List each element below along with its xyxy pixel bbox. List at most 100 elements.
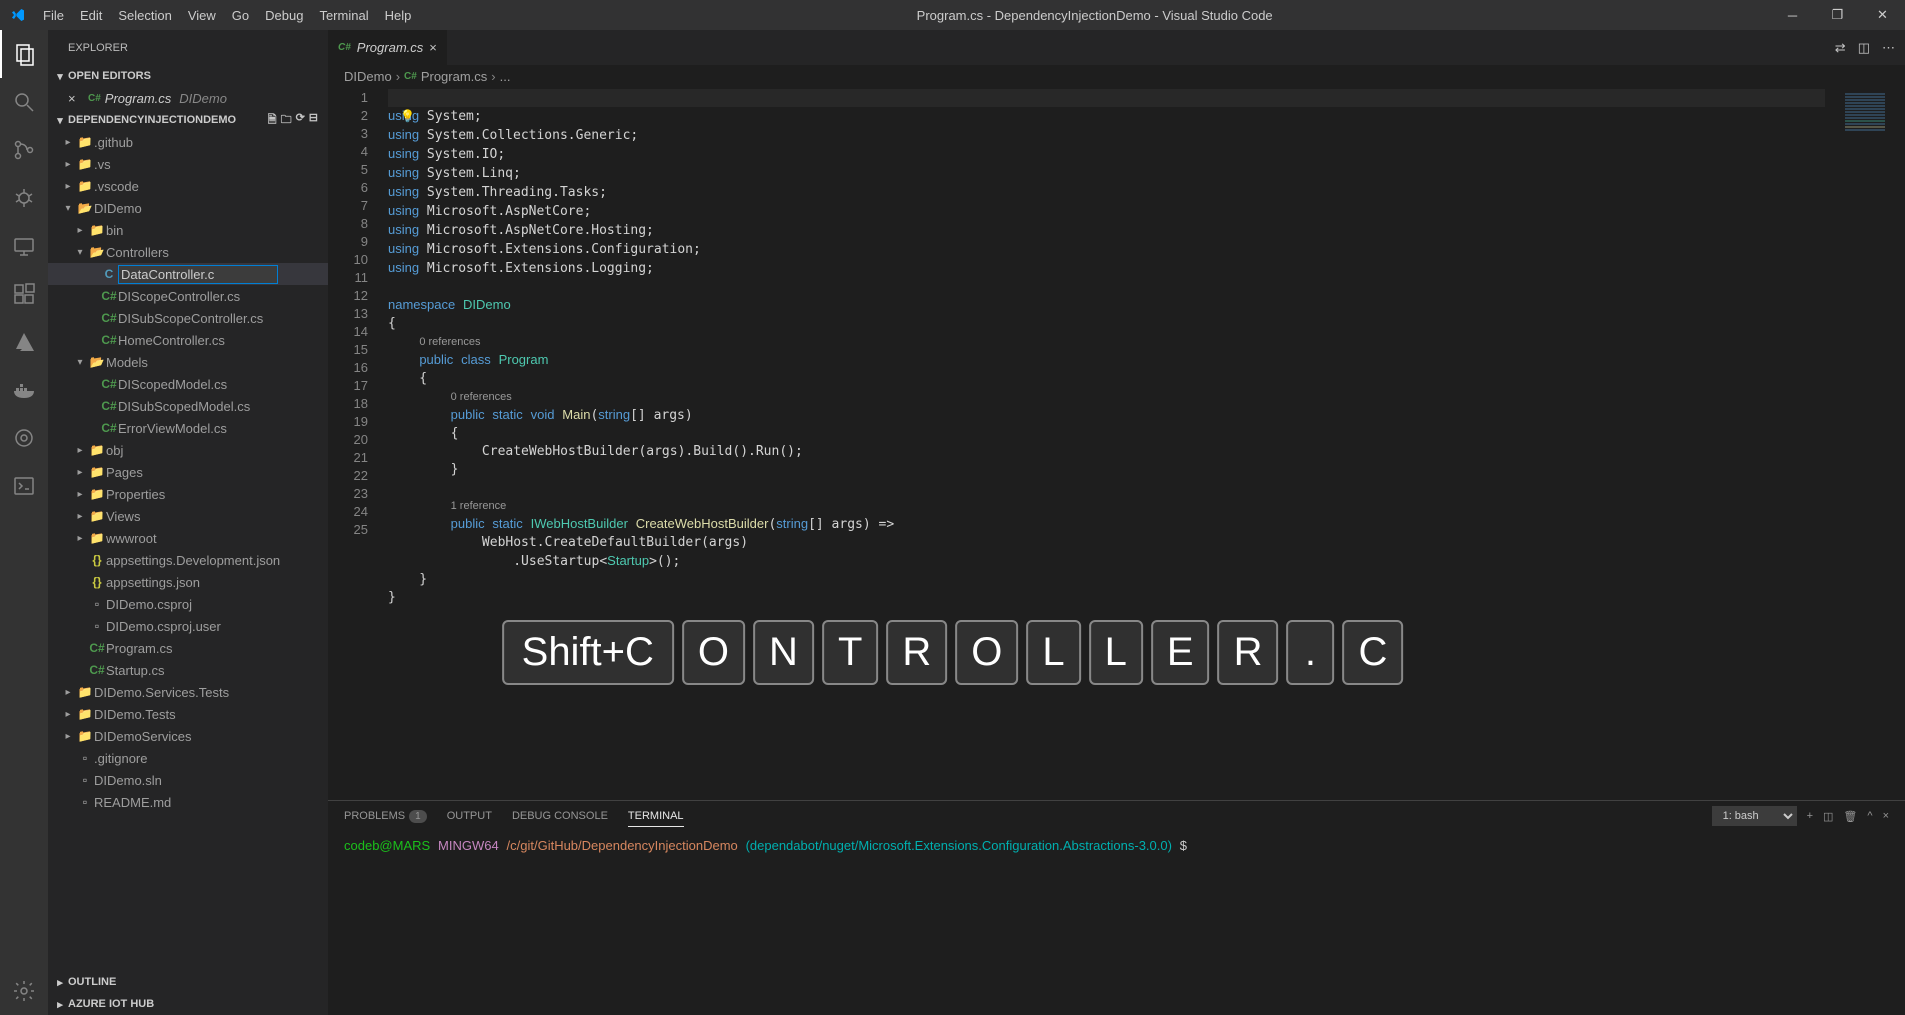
breadcrumb[interactable]: DIDemo › C# Program.cs › ...	[328, 65, 1905, 87]
close-button[interactable]: ✕	[1860, 0, 1905, 30]
menu-file[interactable]: File	[35, 0, 72, 30]
search-icon[interactable]	[0, 78, 48, 126]
tree-item[interactable]: {}appsettings.json	[48, 571, 328, 593]
tree-item[interactable]: ▫DIDemo.csproj	[48, 593, 328, 615]
tree-item[interactable]: ▸📁.vscode	[48, 175, 328, 197]
keystroke-key: L	[1026, 620, 1080, 685]
minimap[interactable]	[1825, 87, 1905, 800]
source-control-icon[interactable]	[0, 126, 48, 174]
debug-icon[interactable]	[0, 174, 48, 222]
tab-debug-console[interactable]: DEBUG CONSOLE	[512, 806, 608, 826]
tree-item[interactable]: C#DIScopeController.cs	[48, 285, 328, 307]
tree-item[interactable]: ▸📁DIDemo.Services.Tests	[48, 681, 328, 703]
tab-terminal[interactable]: TERMINAL	[628, 806, 684, 827]
split-terminal-icon[interactable]: ◫	[1823, 810, 1833, 823]
tree-item[interactable]: ▫DIDemo.sln	[48, 769, 328, 791]
terminal-shell-select[interactable]: 1: bash	[1712, 806, 1797, 826]
maximize-button[interactable]: ❐	[1815, 0, 1860, 30]
code-editor[interactable]: 1234567891011121314151617181920212223242…	[328, 87, 1905, 800]
tree-item[interactable]: ▸📁wwwroot	[48, 527, 328, 549]
tab-output[interactable]: OUTPUT	[447, 806, 492, 826]
maximize-panel-icon[interactable]: ^	[1867, 810, 1872, 822]
tree-item[interactable]: ▸📁Views	[48, 505, 328, 527]
code-content[interactable]: 💡using System; using System.Collections.…	[388, 87, 1825, 800]
tree-item[interactable]: ▫.gitignore	[48, 747, 328, 769]
refresh-icon[interactable]: ⟳	[296, 111, 305, 130]
folder-icon: 📁	[76, 179, 94, 193]
tree-item[interactable]: ▾📂Models	[48, 351, 328, 373]
tree-item[interactable]: ▸📁DIDemoServices	[48, 725, 328, 747]
menu-view[interactable]: View	[180, 0, 224, 30]
compare-icon[interactable]: ⇄	[1835, 40, 1846, 56]
tree-item[interactable]: ▸📁Properties	[48, 483, 328, 505]
folder-icon: 📁	[88, 531, 106, 545]
menu-go[interactable]: Go	[224, 0, 257, 30]
tab-problems[interactable]: PROBLEMS1	[344, 806, 427, 826]
menu-selection[interactable]: Selection	[110, 0, 179, 30]
tree-item[interactable]: C#Startup.cs	[48, 659, 328, 681]
tree-item[interactable]: ▫DIDemo.csproj.user	[48, 615, 328, 637]
tree-item[interactable]: ▸📁DIDemo.Tests	[48, 703, 328, 725]
tree-item[interactable]: C#DIScopedModel.cs	[48, 373, 328, 395]
tree-item[interactable]: ▸📁bin	[48, 219, 328, 241]
new-folder-icon[interactable]: 🗀	[281, 111, 292, 130]
folder-icon: 📁	[88, 223, 106, 237]
vscode-logo-icon	[0, 7, 35, 23]
explorer-icon[interactable]	[0, 30, 48, 78]
terminal-shortcut-icon[interactable]	[0, 462, 48, 510]
menu-debug[interactable]: Debug	[257, 0, 311, 30]
tree-item[interactable]: C#ErrorViewModel.cs	[48, 417, 328, 439]
menu-terminal[interactable]: Terminal	[311, 0, 376, 30]
menu-edit[interactable]: Edit	[72, 0, 110, 30]
tree-item[interactable]: C#Program.cs	[48, 637, 328, 659]
line-gutter: 1234567891011121314151617181920212223242…	[328, 87, 388, 800]
extensions-icon[interactable]	[0, 270, 48, 318]
terminal-output[interactable]: codeb@MARS MINGW64 /c/git/GitHub/Depende…	[328, 831, 1905, 1015]
outline-header[interactable]: ▸ OUTLINE	[48, 971, 328, 993]
open-editor-item[interactable]: × C# Program.cs DIDemo	[48, 87, 328, 109]
azure-icon[interactable]	[0, 318, 48, 366]
chevron-right-icon: ▸	[72, 489, 88, 500]
keystroke-key: C	[1342, 620, 1403, 685]
tree-item[interactable]: C#HomeController.cs	[48, 329, 328, 351]
tree-item[interactable]: ▸📁.github	[48, 131, 328, 153]
remote-icon[interactable]	[0, 222, 48, 270]
csharp-file-icon: C#	[100, 333, 118, 347]
azure-iot-header[interactable]: ▸ AZURE IOT HUB	[48, 993, 328, 1015]
chevron-right-icon: ▸	[60, 181, 76, 192]
tree-item[interactable]: ▾📂DIDemo	[48, 197, 328, 219]
tree-item[interactable]: ▸📁Pages	[48, 461, 328, 483]
tree-item[interactable]: ▸📁obj	[48, 439, 328, 461]
chevron-right-icon: ▸	[72, 225, 88, 236]
close-icon[interactable]: ×	[68, 91, 84, 106]
gitlens-icon[interactable]	[0, 414, 48, 462]
bottom-panel: PROBLEMS1 OUTPUT DEBUG CONSOLE TERMINAL …	[328, 800, 1905, 1015]
open-editors-header[interactable]: ▾ OPEN EDITORS	[48, 65, 328, 87]
new-file-input[interactable]	[118, 265, 278, 284]
chevron-right-icon: ▸	[72, 511, 88, 522]
trash-icon[interactable]: 🗑	[1843, 810, 1857, 823]
new-terminal-icon[interactable]: +	[1807, 810, 1813, 822]
tree-item[interactable]: ▾📂Controllers	[48, 241, 328, 263]
tree-item[interactable]: ▫README.md	[48, 791, 328, 813]
settings-gear-icon[interactable]	[0, 967, 48, 1015]
collapse-icon[interactable]: ⊟	[309, 111, 318, 130]
workspace-header[interactable]: ▾ DEPENDENCYINJECTIONDEMO 🗎 🗀 ⟳ ⊟	[48, 109, 328, 131]
tree-item[interactable]: {}appsettings.Development.json	[48, 549, 328, 571]
lightbulb-icon[interactable]: 💡	[400, 107, 415, 125]
more-icon[interactable]: ⋯	[1882, 40, 1895, 56]
tree-item[interactable]: C	[48, 263, 328, 285]
close-panel-icon[interactable]: ×	[1883, 810, 1889, 822]
folder-icon: 📁	[88, 465, 106, 479]
editor-tab[interactable]: C# Program.cs ×	[328, 30, 448, 65]
tree-item[interactable]: C#DISubScopeController.cs	[48, 307, 328, 329]
split-editor-icon[interactable]: ◫	[1858, 40, 1870, 56]
tab-bar: C# Program.cs × ⇄ ◫ ⋯	[328, 30, 1905, 65]
docker-icon[interactable]	[0, 366, 48, 414]
close-icon[interactable]: ×	[429, 40, 437, 55]
tree-item[interactable]: C#DISubScopedModel.cs	[48, 395, 328, 417]
menu-help[interactable]: Help	[377, 0, 420, 30]
new-file-icon[interactable]: 🗎	[268, 111, 277, 130]
minimize-button[interactable]: ─	[1770, 0, 1815, 30]
tree-item[interactable]: ▸📁.vs	[48, 153, 328, 175]
